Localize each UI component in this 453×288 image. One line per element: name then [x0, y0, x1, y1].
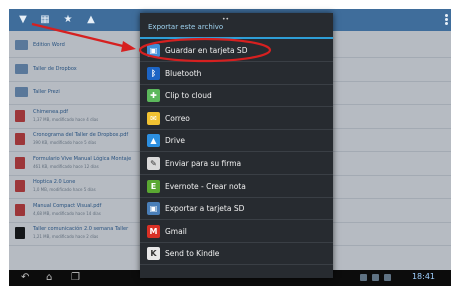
share-item-label: Guardar en tarjeta SD [165, 46, 248, 55]
star-icon[interactable]: ★ [62, 14, 74, 26]
share-item[interactable]: ✎ Enviar para su firma [140, 153, 333, 175]
battery-icon [384, 274, 391, 281]
bluetooth-icon: ᛒ [147, 66, 160, 80]
dropbox-logo-icon[interactable]: ▼ [17, 14, 29, 26]
share-item[interactable]: ▲ Drive [140, 130, 333, 153]
share-item-label: Exportar a tarjeta SD [165, 204, 245, 214]
clock: 18:41 [411, 272, 435, 281]
upload-icon[interactable]: ▲ [85, 14, 97, 26]
share-item-label: Drive [165, 136, 185, 146]
share-item-label: Correo [165, 113, 190, 123]
share-item-label: Bluetooth [165, 68, 202, 78]
share-item-label: Evernote - Crear nota [165, 181, 246, 191]
sd-card-icon: ▣ [147, 44, 160, 57]
share-item[interactable]: M Gmail [140, 221, 333, 243]
sort-icon[interactable]: ▦ [39, 14, 51, 26]
share-item[interactable]: ▣ Exportar a tarjeta SD [140, 198, 333, 221]
share-item[interactable]: E Evernote - Crear nota [140, 176, 333, 198]
dialog-title: Exportar este archivo [148, 23, 224, 31]
kindle-icon: K [147, 247, 160, 261]
dialog-handle-icon: •• [222, 16, 230, 23]
share-item[interactable]: ✚ Clip to cloud [140, 85, 333, 108]
dialog-title-divider [140, 37, 333, 39]
share-item-label: Gmail [165, 226, 187, 236]
evernote-icon: E [147, 179, 160, 193]
gmail-icon: M [147, 224, 160, 238]
share-item[interactable]: K Send to Kindle [140, 243, 333, 266]
share-item[interactable]: ᛒ Bluetooth [140, 63, 333, 85]
share-item[interactable]: ✉ Correo [140, 108, 333, 130]
drive-icon: ▲ [147, 134, 160, 148]
overflow-menu-icon[interactable] [443, 13, 449, 27]
sd-export-icon: ▣ [147, 202, 160, 216]
back-icon[interactable]: ↶ [21, 271, 29, 285]
share-dialog: •• Exportar este archivo ▣ Guardar en tar… [140, 13, 333, 278]
share-item-label: Enviar para su firma [165, 159, 242, 168]
notification-icon [360, 274, 367, 281]
mail-envelope-icon: ✉ [147, 111, 160, 125]
recent-apps-icon[interactable]: ❐ [71, 271, 80, 285]
share-item-label: Send to Kindle [165, 249, 220, 259]
clip-to-cloud-icon: ✚ [147, 89, 160, 103]
signature-icon: ✎ [147, 157, 160, 170]
share-item[interactable]: ▣ Guardar en tarjeta SD [140, 40, 333, 62]
share-item-label: Clip to cloud [165, 91, 212, 101]
home-icon[interactable]: ⌂ [46, 271, 52, 285]
notification-icon [372, 274, 379, 281]
